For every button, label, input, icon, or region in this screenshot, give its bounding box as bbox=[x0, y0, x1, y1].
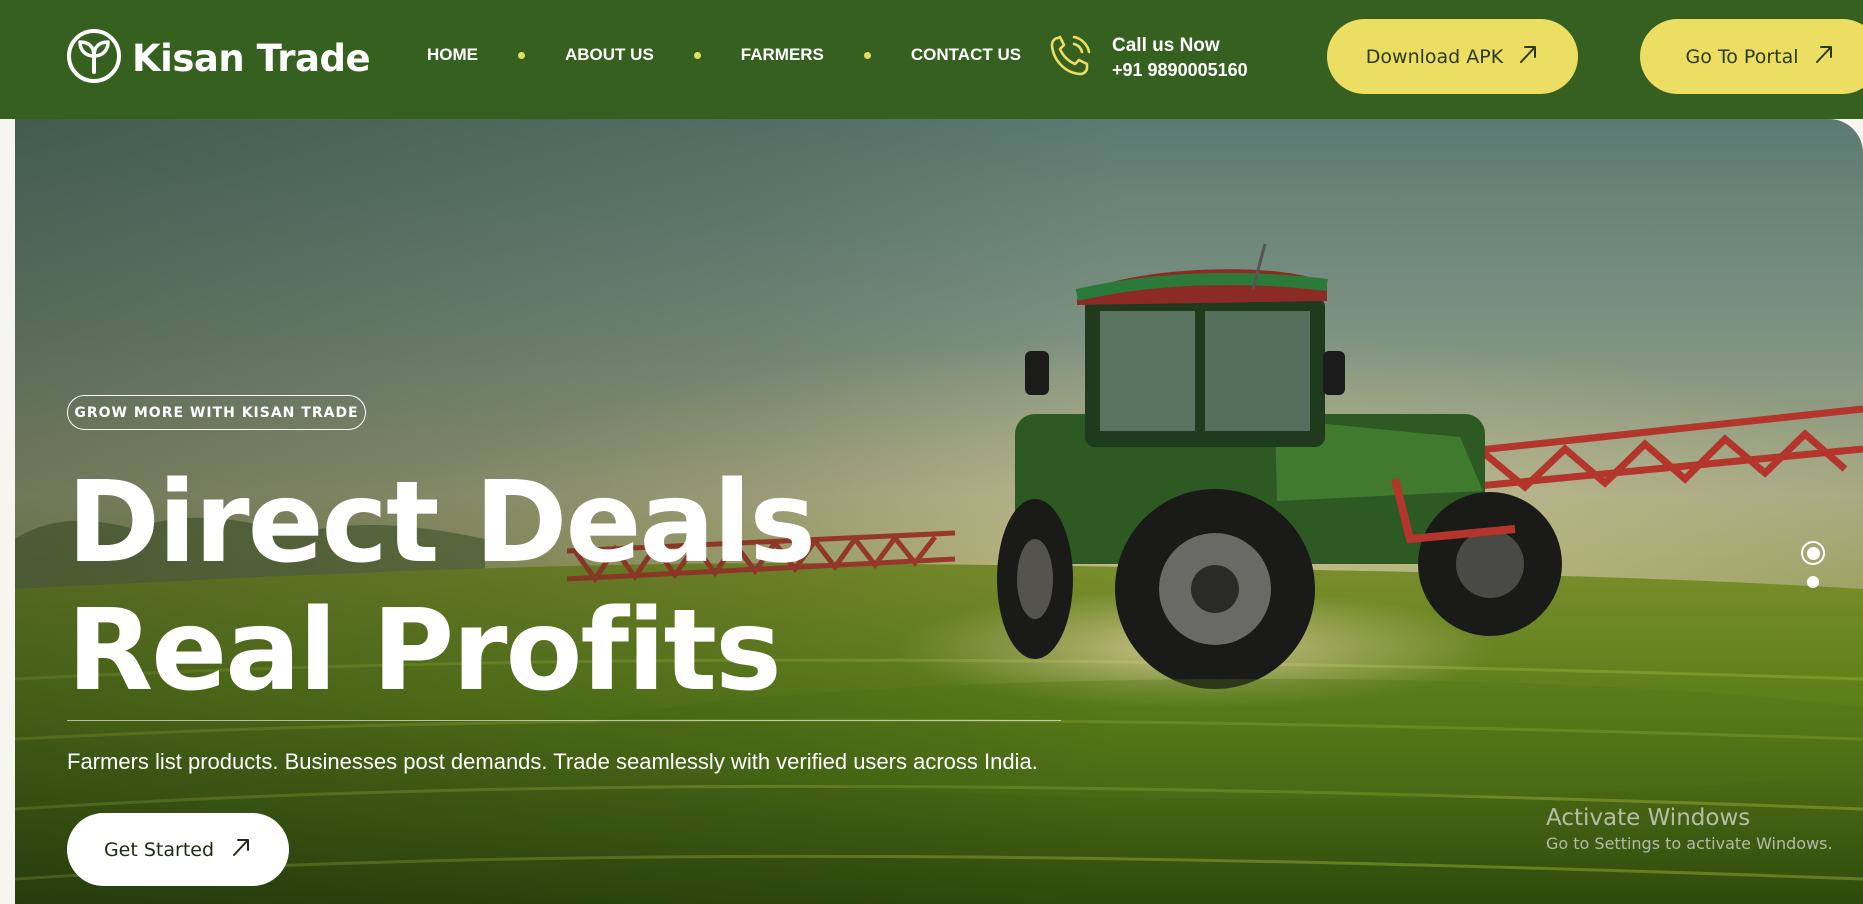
activate-windows-watermark: Activate Windows Go to Settings to activ… bbox=[1546, 803, 1833, 855]
arrow-up-right-icon bbox=[214, 836, 252, 863]
go-to-portal-button[interactable]: Go To Portal bbox=[1640, 19, 1863, 94]
leaf-circle-icon bbox=[66, 28, 122, 89]
download-apk-button[interactable]: Download APK bbox=[1327, 19, 1578, 94]
call-number[interactable]: +91 9890005160 bbox=[1112, 58, 1248, 82]
headline-line-1: Direct Deals bbox=[67, 458, 816, 588]
hero-section: GROW MORE WITH KISAN TRADE Direct Deals … bbox=[15, 119, 1863, 904]
call-us-block[interactable]: Call us Now +91 9890005160 bbox=[1046, 30, 1248, 85]
nav-farmers[interactable]: FARMERS bbox=[741, 45, 824, 65]
logo-text: Kisan Trade bbox=[132, 37, 371, 80]
watermark-subtitle: Go to Settings to activate Windows. bbox=[1546, 834, 1833, 853]
nav-separator-dot bbox=[518, 51, 525, 59]
go-to-portal-label: Go To Portal bbox=[1685, 45, 1799, 68]
nav-separator-dot bbox=[693, 51, 701, 59]
arrow-up-right-icon bbox=[1799, 43, 1835, 70]
phone-ringing-icon bbox=[1046, 30, 1094, 85]
slider-pagination bbox=[1801, 541, 1825, 588]
tagline-badge: GROW MORE WITH KISAN TRADE bbox=[67, 395, 366, 430]
logo[interactable]: Kisan Trade bbox=[66, 28, 371, 89]
slider-dot[interactable] bbox=[1807, 576, 1819, 588]
call-label: Call us Now bbox=[1112, 34, 1220, 56]
nav-contact-us[interactable]: CONTACT US bbox=[911, 45, 1021, 65]
get-started-label: Get Started bbox=[103, 838, 215, 861]
hero-headline: Direct Deals Real Profits bbox=[67, 458, 816, 716]
download-apk-label: Download APK bbox=[1365, 45, 1504, 68]
nav-about-us[interactable]: ABOUT US bbox=[565, 45, 654, 65]
arrow-up-right-icon bbox=[1503, 43, 1539, 70]
nav-home[interactable]: HOME bbox=[427, 45, 478, 65]
call-text: Call us Now +91 9890005160 bbox=[1112, 34, 1248, 82]
main-nav: HOME ABOUT US FARMERS CONTACT US bbox=[427, 45, 1021, 65]
nav-separator-dot bbox=[863, 51, 871, 59]
hero-divider bbox=[67, 720, 1061, 721]
slider-dot-active[interactable] bbox=[1801, 541, 1825, 565]
get-started-button[interactable]: Get Started bbox=[67, 813, 289, 886]
site-header: Kisan Trade HOME ABOUT US FARMERS CONTAC… bbox=[0, 0, 1863, 119]
hero-subtext: Farmers list products. Businesses post d… bbox=[67, 749, 1038, 774]
watermark-title: Activate Windows bbox=[1546, 805, 1751, 831]
headline-line-2: Real Profits bbox=[67, 586, 782, 716]
